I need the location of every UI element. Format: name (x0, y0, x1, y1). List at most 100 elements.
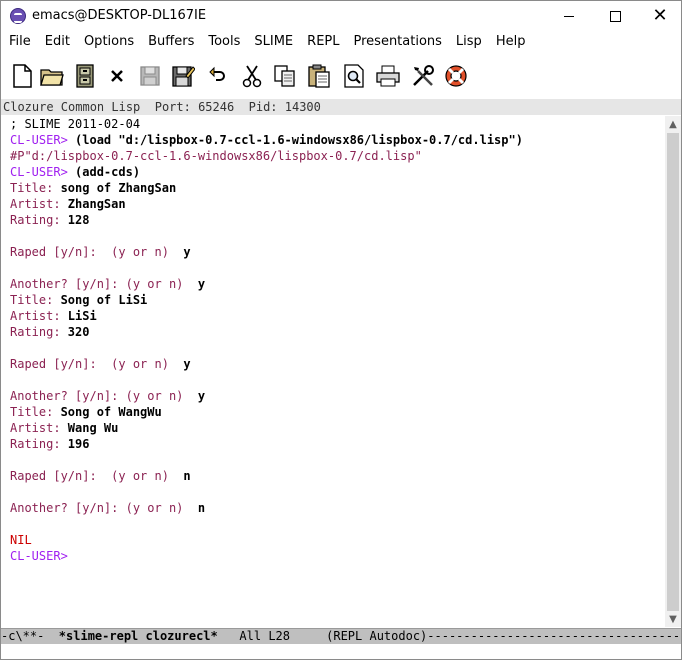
window-title: emacs@DESKTOP-DL167IE (32, 8, 207, 23)
preferences-button[interactable] (410, 63, 436, 89)
modeline-buffer-name[interactable]: *slime-repl clozurecl* (59, 629, 218, 643)
repl-output-text: Title: (10, 181, 61, 195)
repl-line: #P"d:/lispbox-0.7-ccl-1.6-windowsx86/lis… (1, 148, 665, 164)
repl-line: Title: Song of WangWu (1, 404, 665, 420)
repl-input-text: song of ZhangSan (60, 181, 177, 195)
repl-line: Artist: Wang Wu (1, 420, 665, 436)
save-button[interactable] (137, 63, 163, 89)
print-icon (376, 65, 400, 87)
slime-header-line: Clozure Common Lisp Port: 65246 Pid: 143… (1, 99, 681, 115)
repl-input-text: (load "d:/lispbox-0.7-ccl-1.6-windowsx86… (75, 133, 523, 147)
repl-line: Artist: LiSi (1, 308, 665, 324)
repl-output-text: Another? [y/n]: (y or n) (10, 389, 198, 403)
repl-input-text: (add-cds) (75, 165, 141, 179)
repl-input-text: y (183, 357, 191, 371)
repl-output-text: Artist: (10, 309, 68, 323)
repl-input-text: 128 (67, 213, 90, 227)
cut-button[interactable] (239, 63, 265, 89)
repl-output-text: Raped [y/n]: (y or n) (10, 469, 184, 483)
repl-prompt-text: CL-USER> (10, 549, 76, 563)
title-bar[interactable]: emacs@DESKTOP-DL167IE ✕ (1, 1, 681, 31)
repl-input-text: 196 (67, 437, 90, 451)
copy-icon (274, 65, 295, 87)
repl-line (1, 340, 665, 356)
toolbar (1, 57, 681, 95)
new-file-button[interactable] (9, 63, 35, 89)
repl-input-text: Wang Wu (67, 421, 119, 435)
echo-area[interactable] (1, 644, 681, 659)
menu-item-presentations[interactable]: Presentations (347, 32, 449, 52)
repl-output-text: Raped [y/n]: (y or n) (10, 245, 184, 259)
modeline-position: All L28 (217, 629, 327, 643)
menu-item-lisp[interactable]: Lisp (449, 32, 489, 52)
print-button[interactable] (375, 63, 401, 89)
repl-line: Artist: ZhangSan (1, 196, 665, 212)
menu-item-repl[interactable]: REPL (300, 32, 346, 52)
menu-item-file[interactable]: File (1, 32, 38, 52)
repl-line: ; SLIME 2011-02-04 (1, 116, 665, 132)
emacs-app-icon (10, 8, 26, 24)
paste-icon (308, 64, 330, 88)
emacs-window: emacs@DESKTOP-DL167IE ✕ File Edit Options B… (0, 0, 682, 660)
repl-line: Another? [y/n]: (y or n) n (1, 500, 665, 516)
modeline-modes[interactable]: (REPL Autodoc) (326, 629, 427, 643)
maximize-button[interactable] (592, 1, 638, 31)
vertical-scrollbar[interactable]: ▲ ▼ (665, 116, 681, 627)
menu-item-edit[interactable]: Edit (38, 32, 77, 52)
kill-buffer-button[interactable] (104, 63, 130, 89)
search-button[interactable] (341, 63, 367, 89)
repl-line (1, 516, 665, 532)
repl-line: Another? [y/n]: (y or n) y (1, 276, 665, 292)
paste-button[interactable] (306, 63, 332, 89)
repl-prompt-text: CL-USER> (10, 133, 76, 147)
repl-output-text: Artist: (10, 421, 68, 435)
help-button[interactable] (443, 63, 469, 89)
menu-item-options[interactable]: Options (77, 32, 141, 52)
close-x-icon (111, 70, 123, 82)
scroll-down-arrow-icon[interactable]: ▼ (665, 611, 681, 627)
open-folder-icon (40, 69, 64, 86)
repl-line: Rating: 128 (1, 212, 665, 228)
repl-line: CL-USER> (1, 548, 665, 564)
mode-line[interactable]: -c\**- *slime-repl clozurecl* All L28 (R… (1, 628, 681, 644)
repl-err-text: NIL (10, 533, 32, 547)
save-as-button[interactable] (170, 63, 196, 89)
repl-buffer[interactable]: ; SLIME 2011-02-04 CL-USER> (load "d:/lis… (1, 116, 665, 627)
dired-button[interactable] (72, 63, 98, 89)
scroll-up-arrow-icon[interactable]: ▲ (665, 116, 681, 132)
repl-line (1, 260, 665, 276)
scrollbar-thumb[interactable] (667, 133, 679, 611)
maximize-icon (609, 10, 621, 22)
repl-input-text: 320 (67, 325, 90, 339)
cabinet-icon (76, 64, 94, 88)
menu-item-tools[interactable]: Tools (201, 32, 247, 52)
open-folder-button[interactable] (39, 63, 65, 89)
copy-button[interactable] (272, 63, 298, 89)
undo-button[interactable] (204, 63, 230, 89)
repl-line: CL-USER> (add-cds) (1, 164, 665, 180)
repl-input-text: Song of LiSi (60, 293, 148, 307)
menu-item-buffers[interactable]: Buffers (141, 32, 201, 52)
repl-output-text: Rating: (10, 213, 68, 227)
modeline-status: -c\**- (1, 629, 59, 643)
preferences-icon (413, 65, 434, 86)
repl-input-text: ZhangSan (67, 197, 126, 211)
repl-line: Raped [y/n]: (y or n) y (1, 356, 665, 372)
repl-input-text: n (197, 501, 206, 515)
repl-output-text: Raped [y/n]: (y or n) (10, 357, 184, 371)
new-file-icon (13, 64, 32, 88)
repl-output-text: Title: (10, 405, 61, 419)
repl-line: Raped [y/n]: (y or n) n (1, 468, 665, 484)
repl-input-text: y (197, 277, 206, 291)
repl-input-text: y (183, 245, 191, 259)
repl-line: Raped [y/n]: (y or n) y (1, 244, 665, 260)
minimize-button[interactable] (546, 1, 592, 31)
repl-output-text: Title: (10, 293, 61, 307)
menu-item-slime[interactable]: SLIME (247, 32, 300, 52)
menu-item-help[interactable]: Help (489, 32, 533, 52)
undo-icon (209, 66, 225, 81)
repl-input-text: LiSi (67, 309, 97, 323)
close-button[interactable]: ✕ (637, 1, 681, 31)
cut-icon (242, 65, 262, 88)
repl-input-text: y (197, 389, 206, 403)
